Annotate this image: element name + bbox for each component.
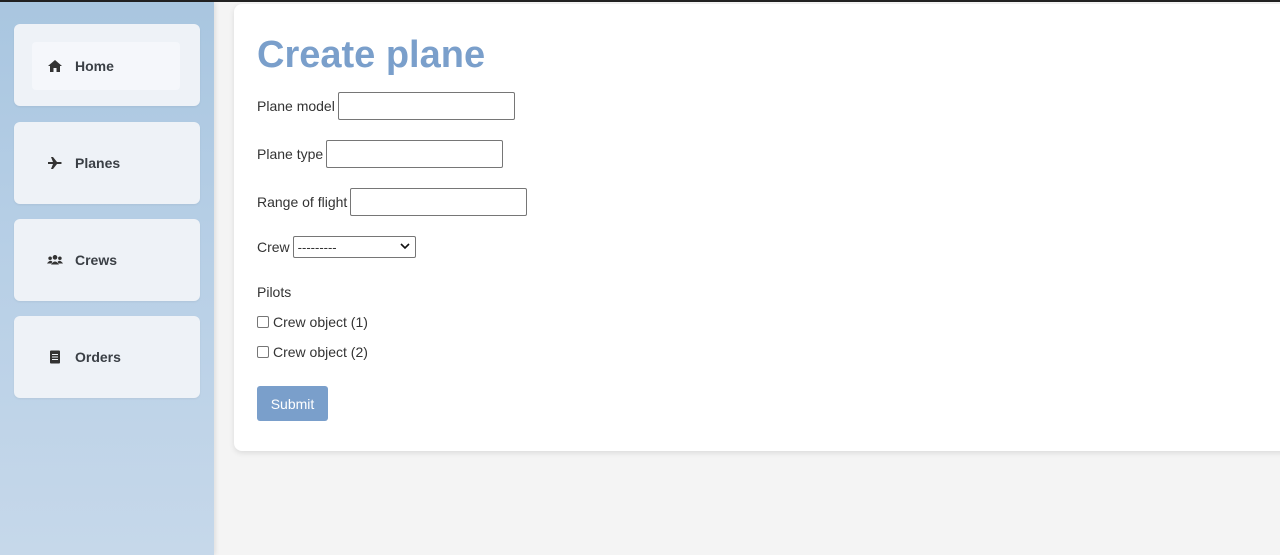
sidebar: Home Planes Crews Orders: [0, 2, 214, 555]
pilot-option-1[interactable]: Crew object (1): [257, 314, 368, 330]
crew-row: Crew ---------: [257, 236, 416, 258]
plane-model-label: Plane model: [257, 98, 335, 114]
range-of-flight-input[interactable]: [350, 188, 528, 216]
page-title: Create plane: [257, 34, 486, 76]
plane-type-input[interactable]: [326, 140, 504, 168]
pilot-option-2[interactable]: Crew object (2): [257, 344, 368, 360]
plane-type-row: Plane type: [257, 140, 504, 168]
sidebar-item-label: Orders: [75, 349, 121, 365]
pilots-label: Pilots: [257, 284, 292, 300]
pilot-option-label-1: Crew object (1): [273, 314, 368, 330]
plane-model-row: Plane model: [257, 92, 515, 120]
plane-type-label: Plane type: [257, 146, 324, 162]
range-label: Range of flight: [257, 194, 348, 210]
sidebar-item-orders[interactable]: Orders: [14, 316, 200, 398]
plane-icon: [48, 157, 62, 169]
chevron-down-icon: [400, 243, 410, 250]
pilot-checkbox-2[interactable]: [257, 346, 269, 358]
sidebar-item-planes[interactable]: Planes: [14, 122, 200, 204]
range-row: Range of flight: [257, 188, 528, 216]
pilot-option-label-2: Crew object (2): [273, 344, 368, 360]
pilots-label-row: Pilots: [257, 284, 291, 300]
home-icon: [48, 60, 62, 72]
crew-select[interactable]: ---------: [292, 236, 416, 258]
crew-select-value: ---------: [297, 239, 337, 255]
sidebar-item-label: Crews: [75, 252, 118, 268]
sidebar-item-label: Planes: [75, 155, 121, 171]
sidebar-item-home[interactable]: Home: [14, 24, 200, 106]
users-icon: [47, 255, 63, 265]
pilot-checkbox-1[interactable]: [257, 316, 269, 328]
submit-button[interactable]: Submit: [257, 386, 328, 421]
crew-label: Crew: [257, 239, 290, 255]
sidebar-item-label: Home: [75, 58, 114, 74]
create-plane-form: Create plane Plane model Plane type Rang…: [234, 4, 1280, 451]
sidebar-item-crews[interactable]: Crews: [14, 219, 200, 301]
plane-model-input[interactable]: [337, 92, 515, 120]
clipboard-icon: [50, 350, 60, 364]
